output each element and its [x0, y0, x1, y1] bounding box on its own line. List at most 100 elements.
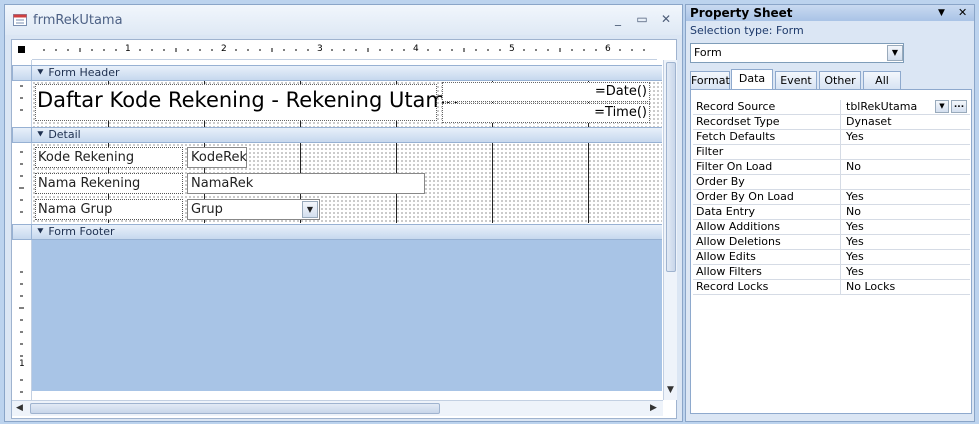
- vertical-scroll-thumb[interactable]: [666, 62, 676, 272]
- property-row[interactable]: Allow Additions Yes: [693, 220, 970, 235]
- property-value[interactable]: Yes: [846, 250, 970, 265]
- chevron-down-icon[interactable]: ▼: [302, 201, 318, 218]
- property-value[interactable]: Yes: [846, 235, 970, 250]
- property-name: Allow Deletions: [695, 235, 841, 250]
- scroll-right-icon[interactable]: ▶: [650, 403, 657, 413]
- chevron-down-icon[interactable]: ▼: [887, 45, 903, 61]
- horizontal-ruler[interactable]: 1 2 3 4 5 6: [32, 40, 657, 60]
- section-arrow-icon: ⯆: [36, 66, 45, 79]
- property-value[interactable]: Yes: [846, 265, 970, 280]
- property-name: Allow Additions: [695, 220, 841, 235]
- ruler-number: 4: [413, 44, 419, 54]
- selection-type-label: Selection type: Form: [690, 24, 804, 37]
- date-textbox[interactable]: =Date(): [442, 82, 650, 102]
- property-name: Filter: [695, 145, 841, 160]
- property-value[interactable]: Yes: [846, 190, 970, 205]
- grid-line: [588, 143, 589, 223]
- property-sheet-pane: Property Sheet ▼ ✕ Selection type: Form …: [685, 4, 975, 422]
- nama-grup-label[interactable]: Nama Grup: [35, 199, 183, 220]
- tab-data[interactable]: Data: [731, 69, 773, 90]
- property-name: Fetch Defaults: [695, 130, 841, 145]
- ruler-number: 3: [317, 44, 323, 54]
- property-row[interactable]: Filter: [693, 145, 970, 160]
- property-row[interactable]: Record Locks No Locks: [693, 280, 970, 295]
- koderek-textbox[interactable]: KodeRek: [187, 147, 247, 168]
- section-selector[interactable]: [12, 65, 32, 81]
- form-icon: [13, 14, 27, 26]
- form-selector[interactable]: [12, 40, 32, 60]
- property-value[interactable]: Yes: [846, 220, 970, 235]
- section-arrow-icon: ⯆: [36, 128, 45, 141]
- property-value[interactable]: [846, 145, 970, 160]
- header-title-label[interactable]: Daftar Kode Rekening - Rekening Utama: [35, 84, 459, 121]
- time-textbox[interactable]: =Time(): [442, 103, 650, 123]
- grid-line: [492, 143, 493, 223]
- ruler-number: 5: [509, 44, 515, 54]
- tab-format[interactable]: Format: [690, 71, 730, 90]
- property-name: Record Source: [695, 100, 841, 115]
- property-row[interactable]: Order By On Load Yes: [693, 190, 970, 205]
- grup-combobox[interactable]: Grup ▼: [187, 199, 320, 220]
- minimize-button[interactable]: _: [609, 11, 627, 27]
- ruler-number: 6: [605, 44, 611, 54]
- tab-all[interactable]: All: [863, 71, 901, 90]
- scroll-left-icon[interactable]: ◀: [16, 403, 23, 413]
- property-name: Filter On Load: [695, 160, 841, 175]
- property-value[interactable]: [846, 175, 970, 190]
- form-footer-bar[interactable]: ⯆ Form Footer: [32, 224, 662, 240]
- section-selector[interactable]: [12, 127, 32, 143]
- chevron-down-icon[interactable]: ▼: [935, 100, 949, 113]
- form-design-window: frmRekUtama _ ▭ ✕ 1 2 3 4 5 6 1 ⯆ Form H…: [4, 4, 683, 422]
- form-header-bar[interactable]: ⯆ Form Header: [32, 65, 662, 81]
- chevron-down-icon[interactable]: ▼: [938, 5, 945, 21]
- kode-rekening-label[interactable]: Kode Rekening: [35, 147, 183, 168]
- ruler-number: 1: [19, 359, 25, 369]
- form-footer-label: Form Footer: [48, 225, 115, 238]
- empty-design-area: [32, 240, 662, 391]
- property-row[interactable]: Data Entry No: [693, 205, 970, 220]
- vertical-scrollbar[interactable]: ▼: [663, 60, 677, 400]
- grup-combobox-value: Grup: [191, 202, 223, 217]
- property-row[interactable]: Allow Filters Yes: [693, 265, 970, 280]
- namarek-textbox[interactable]: NamaRek: [187, 173, 425, 194]
- selection-combobox-value: Form: [694, 46, 722, 59]
- property-grid: Record Source tblRekUtama ▼ ... Recordse…: [690, 89, 972, 414]
- selection-combobox[interactable]: Form ▼: [690, 43, 904, 63]
- restore-button[interactable]: ▭: [633, 11, 651, 27]
- property-sheet-header: Property Sheet ▼ ✕: [686, 5, 974, 21]
- property-value[interactable]: No: [846, 160, 970, 175]
- property-row[interactable]: Allow Deletions Yes: [693, 235, 970, 250]
- detail-bar[interactable]: ⯆ Detail: [32, 127, 662, 143]
- property-row[interactable]: Recordset Type Dynaset: [693, 115, 970, 130]
- property-value[interactable]: Dynaset: [846, 115, 970, 130]
- nama-rekening-label[interactable]: Nama Rekening: [35, 173, 183, 194]
- property-value[interactable]: No: [846, 205, 970, 220]
- property-sheet-title: Property Sheet: [690, 6, 793, 20]
- close-icon[interactable]: ✕: [958, 5, 967, 21]
- property-name: Order By: [695, 175, 841, 190]
- property-row[interactable]: Record Source tblRekUtama ▼ ...: [693, 100, 970, 115]
- property-name: Order By On Load: [695, 190, 841, 205]
- tab-other[interactable]: Other: [819, 71, 861, 90]
- property-row[interactable]: Fetch Defaults Yes: [693, 130, 970, 145]
- section-selector[interactable]: [12, 224, 32, 240]
- property-row[interactable]: Filter On Load No: [693, 160, 970, 175]
- scroll-down-icon[interactable]: ▼: [667, 385, 674, 395]
- property-row[interactable]: Allow Edits Yes: [693, 250, 970, 265]
- form-title: frmRekUtama: [33, 13, 123, 28]
- close-button[interactable]: ✕: [657, 11, 675, 27]
- tab-event[interactable]: Event: [775, 71, 817, 90]
- horizontal-scroll-thumb[interactable]: [30, 403, 440, 414]
- form-header-label: Form Header: [48, 66, 120, 79]
- property-name: Allow Filters: [695, 265, 841, 280]
- ruler-number: 2: [221, 44, 227, 54]
- section-arrow-icon: ⯆: [36, 225, 45, 238]
- property-row[interactable]: Order By: [693, 175, 970, 190]
- form-header-grid[interactable]: Daftar Kode Rekening - Rekening Utama =D…: [32, 81, 662, 127]
- horizontal-scrollbar[interactable]: ◀ ▶: [12, 400, 663, 416]
- property-value[interactable]: No Locks: [846, 280, 970, 295]
- detail-grid[interactable]: Kode Rekening KodeRek Nama Rekening Nama…: [32, 143, 662, 223]
- property-value[interactable]: Yes: [846, 130, 970, 145]
- builder-ellipsis-icon[interactable]: ...: [951, 100, 967, 113]
- property-name: Allow Edits: [695, 250, 841, 265]
